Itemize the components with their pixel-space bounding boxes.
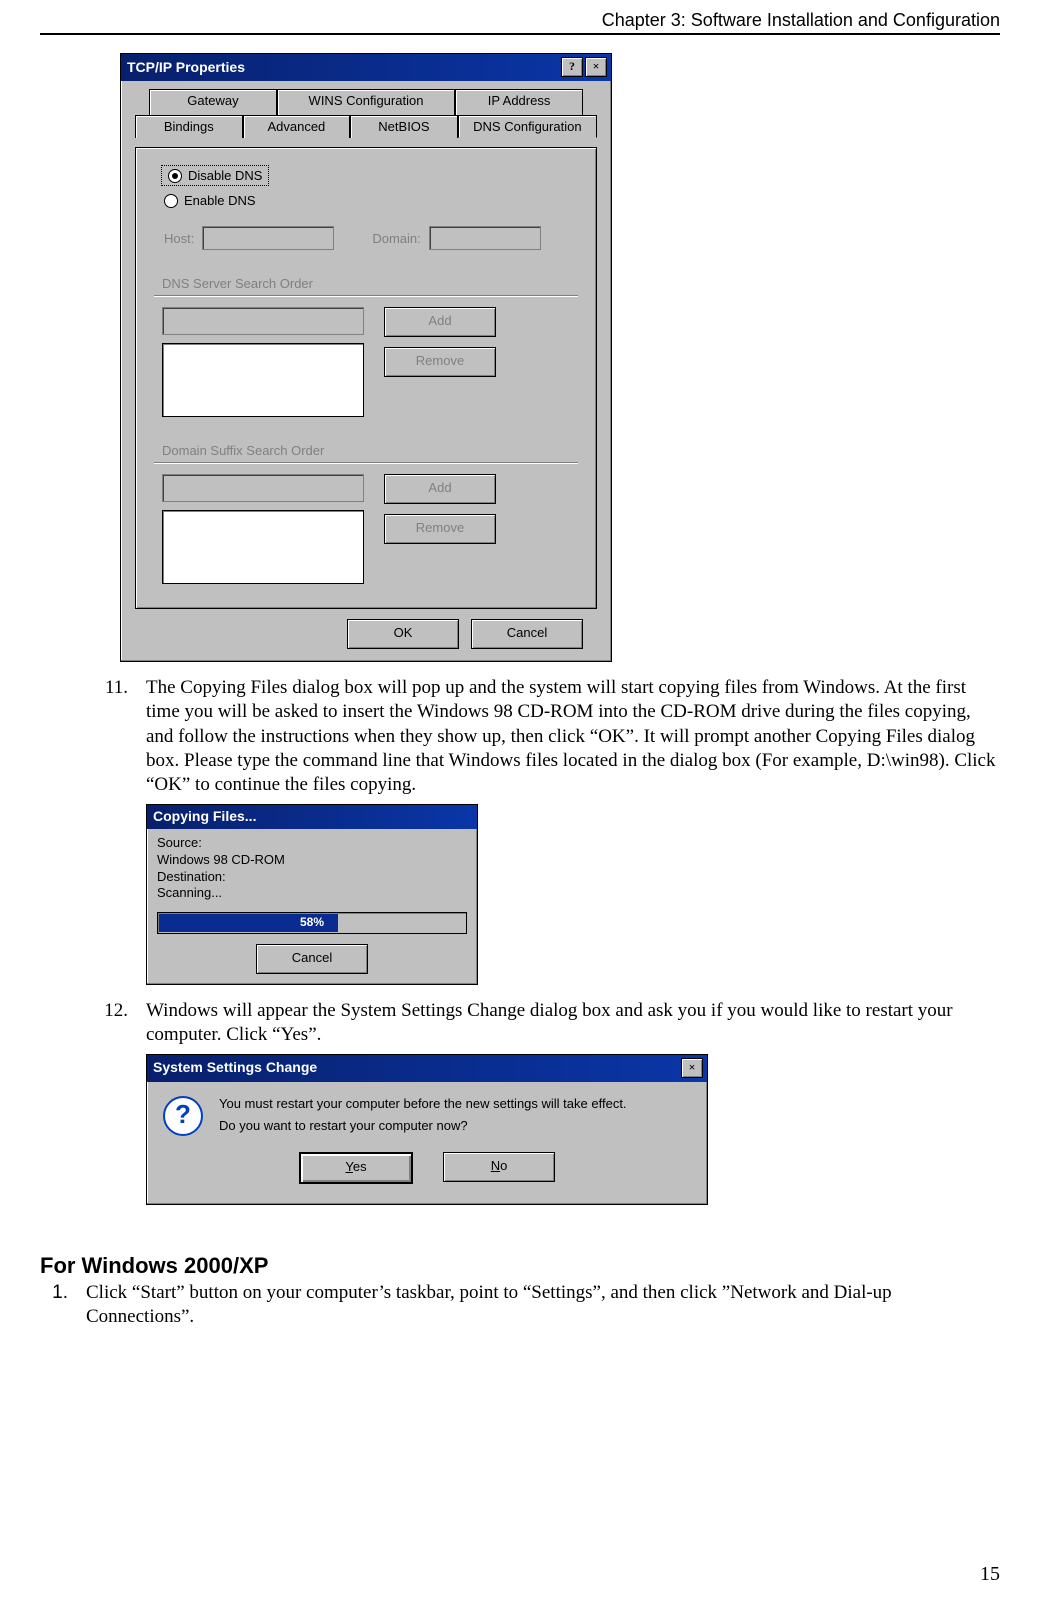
suffix-add-button: Add [384,474,496,504]
yes-button[interactable]: Yes [299,1152,413,1184]
tab-dns-config[interactable]: DNS Configuration [458,115,597,138]
enable-dns-option[interactable]: Enable DNS [164,193,578,208]
step-text: Windows will appear the System Settings … [146,1000,953,1045]
tab-netbios[interactable]: NetBIOS [350,115,458,138]
source-label: Source: [157,835,467,852]
host-input [202,226,334,250]
tab-ipaddress[interactable]: IP Address [455,89,583,116]
question-icon: ? [163,1096,203,1136]
suffix-input [162,474,364,502]
disable-dns-radio[interactable] [168,169,182,183]
cancel-button[interactable]: Cancel [471,619,583,649]
ssc-line2: Do you want to restart your computer now… [219,1118,627,1135]
dns-add-button: Add [384,307,496,337]
dns-remove-button: Remove [384,347,496,377]
w2k-step-1: 1. Click “Start” button on your computer… [40,1281,1000,1330]
step-number: 11. [100,676,128,985]
enable-dns-radio[interactable] [164,194,178,208]
enable-dns-label: Enable DNS [184,193,256,208]
ssc-titlebar: System Settings Change × [147,1055,707,1082]
dns-list [162,343,364,417]
divider [154,462,578,464]
disable-dns-label: Disable DNS [188,168,262,183]
close-button[interactable]: × [585,57,607,77]
help-button[interactable]: ? [561,57,583,77]
divider [154,295,578,297]
tab-bindings[interactable]: Bindings [135,115,243,138]
step-number: 12. [100,999,128,1205]
suffix-remove-button: Remove [384,514,496,544]
host-label: Host: [164,231,194,246]
copying-cancel-button[interactable]: Cancel [256,944,368,974]
system-settings-change-dialog: System Settings Change × ? You must rest… [146,1054,708,1205]
ssc-line1: You must restart your computer before th… [219,1096,627,1113]
chapter-header: Chapter 3: Software Installation and Con… [40,10,1000,31]
dns-config-panel: Disable DNS Enable DNS Host: Domain: DNS… [135,147,597,609]
tab-gateway[interactable]: Gateway [149,89,277,116]
dns-ip-input [162,307,364,335]
tcpip-tabs: Gateway WINS Configuration IP Address Bi… [135,89,597,147]
page-number: 15 [980,1563,1000,1586]
source-value: Windows 98 CD-ROM [157,852,467,869]
tab-wins[interactable]: WINS Configuration [277,89,455,116]
close-button[interactable]: × [681,1058,703,1078]
step-number: 1. [40,1281,68,1330]
suffix-list [162,510,364,584]
tcpip-title: TCP/IP Properties [127,59,245,75]
step-text: The Copying Files dialog box will pop up… [146,677,996,795]
disable-dns-option[interactable]: Disable DNS [164,168,266,183]
no-button[interactable]: No [443,1152,555,1182]
step-text: Click “Start” button on your computer’s … [86,1281,1000,1330]
section-heading: For Windows 2000/XP [40,1253,1000,1279]
destination-label: Destination: [157,869,467,886]
domain-label: Domain: [372,231,420,246]
copying-files-dialog: Copying Files... Source: Windows 98 CD-R… [146,804,478,985]
progress-percent: 58% [158,913,466,933]
ok-button[interactable]: OK [347,619,459,649]
tab-advanced[interactable]: Advanced [243,115,351,138]
copying-title: Copying Files... [153,808,256,826]
suffix-order-label: Domain Suffix Search Order [162,443,578,458]
copying-titlebar: Copying Files... [147,805,477,830]
tcpip-titlebar: TCP/IP Properties ? × [121,54,611,81]
tcpip-dialog: TCP/IP Properties ? × Gateway WINS Confi… [120,53,612,662]
step-12: 12. Windows will appear the System Setti… [100,999,1000,1205]
header-rule [40,33,1000,35]
dns-order-label: DNS Server Search Order [162,276,578,291]
ssc-title: System Settings Change [153,1059,317,1077]
domain-input [429,226,541,250]
step-11: 11. The Copying Files dialog box will po… [100,676,1000,985]
progress-bar: 58% [157,912,467,934]
destination-value: Scanning... [157,885,467,902]
